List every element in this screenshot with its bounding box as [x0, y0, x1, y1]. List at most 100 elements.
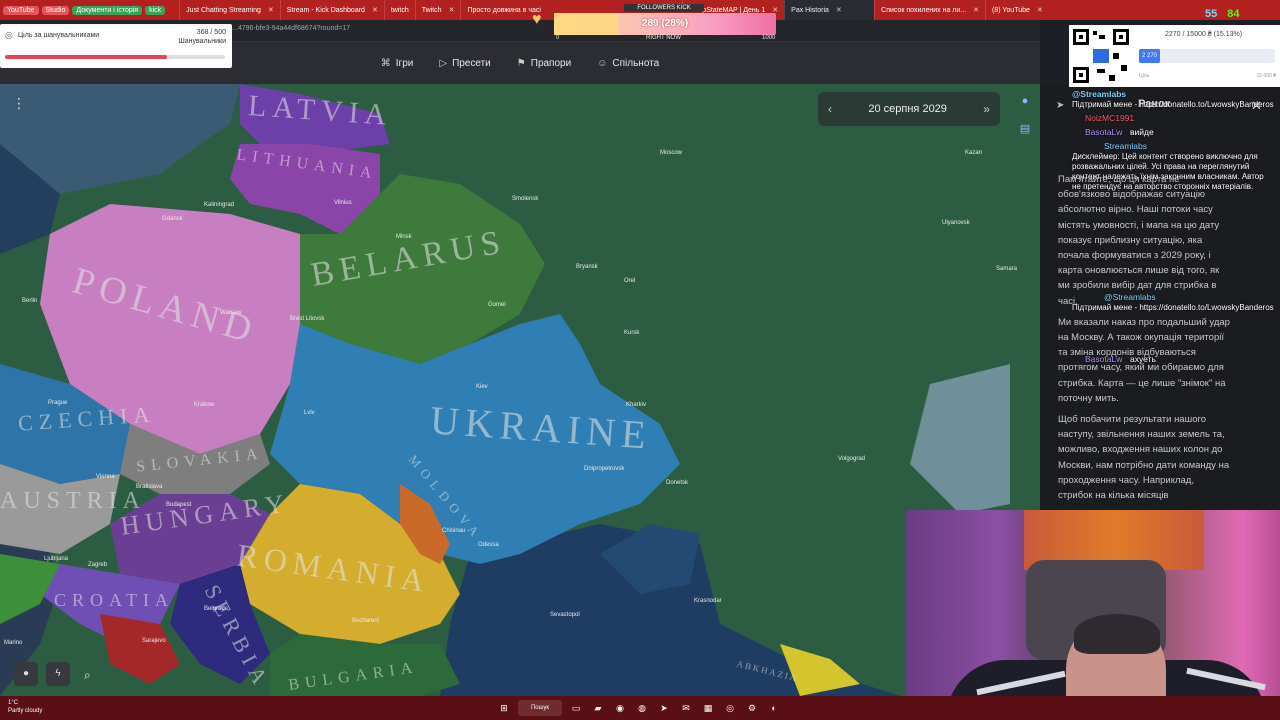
- city-sarajevo[interactable]: Sarajevo: [142, 638, 166, 644]
- tab-label: Список похилених на ли...: [881, 6, 967, 14]
- tab-kick-dashboard[interactable]: Stream - Kick Dashboard ✕: [279, 0, 384, 20]
- city-warsaw[interactable]: Warsaw: [220, 310, 241, 316]
- task-view-icon[interactable]: ▭: [568, 700, 584, 716]
- close-tab-icon[interactable]: ✕: [372, 6, 378, 14]
- current-date: 20 серпня 2029: [868, 103, 947, 115]
- city-kazan[interactable]: Kazan: [965, 150, 982, 156]
- lightning-icon[interactable]: ϟ: [46, 662, 70, 686]
- city-kaliningrad[interactable]: Kaliningrad: [204, 202, 234, 208]
- obs-icon[interactable]: ◐: [766, 700, 782, 716]
- close-tab-icon[interactable]: ✕: [1037, 6, 1043, 14]
- close-tab-icon[interactable]: ✕: [973, 6, 979, 14]
- chrome-icon[interactable]: ◎: [722, 700, 738, 716]
- city-brest[interactable]: Brest Litovsk: [290, 316, 324, 322]
- city-bratislava[interactable]: Bratislava: [136, 484, 162, 490]
- chat-user: @Streamlabs: [1104, 292, 1156, 302]
- city-krakow[interactable]: Krakow: [194, 402, 214, 408]
- taskbar-search-label: Пошук: [530, 705, 550, 711]
- steam-icon[interactable]: ⚙: [744, 700, 760, 716]
- nav-community[interactable]: ☺ Спільнота: [597, 58, 659, 69]
- city-gdansk[interactable]: Gdansk: [162, 216, 183, 222]
- tab-pax-historia[interactable]: Pax Historia ✕: [784, 0, 875, 20]
- jump-forward-icon[interactable]: »: [983, 102, 990, 116]
- city-krasnodar[interactable]: Krasnodar: [694, 598, 722, 604]
- city-bucharest[interactable]: Bucharest: [352, 618, 379, 624]
- goal-progress-bar: [5, 55, 225, 59]
- city-ulyanovsk[interactable]: Ulyanovsk: [942, 220, 970, 226]
- chat-user: BasotaLw: [1085, 127, 1123, 137]
- streamer-hair: [1074, 614, 1160, 654]
- city-samara[interactable]: Samara: [996, 266, 1017, 272]
- telegram-icon[interactable]: ➤: [656, 700, 672, 716]
- prev-date-icon[interactable]: ‹: [828, 102, 832, 116]
- city-berlin[interactable]: Berlin: [22, 298, 37, 304]
- tab-label: (8) YouTube: [992, 6, 1030, 14]
- bookmark-documents[interactable]: Документи і історія: [72, 5, 143, 15]
- tab-twitch-a[interactable]: twitch: [383, 0, 415, 20]
- close-tab-icon[interactable]: ✕: [836, 6, 842, 14]
- taskbar-search[interactable]: Пошук: [518, 700, 562, 716]
- city-kiev[interactable]: Kiev: [476, 384, 488, 390]
- city-minsk[interactable]: Minsk: [396, 234, 412, 240]
- chat-bubble-icon[interactable]: ●: [14, 662, 38, 686]
- nav-presets[interactable]: ▷ Пресети: [439, 58, 490, 69]
- map-menu-icon[interactable]: ⋮: [10, 94, 28, 112]
- city-moscow[interactable]: Moscow: [660, 150, 682, 156]
- windows-start-icon[interactable]: ⊞: [496, 700, 512, 716]
- close-tab-icon[interactable]: ✕: [449, 6, 455, 14]
- city-lviv[interactable]: Lviv: [304, 410, 315, 416]
- store-icon[interactable]: ▦: [700, 700, 716, 716]
- city-vienna[interactable]: Vienna: [96, 474, 115, 480]
- city-donetsk[interactable]: Donetsk: [666, 480, 688, 486]
- city-smolensk[interactable]: Smolensk: [512, 196, 538, 202]
- tab-label: Just Chatting Streaming: [186, 6, 261, 14]
- city-odessa[interactable]: Odessa: [478, 542, 499, 548]
- date-navigator: ‹ 20 серпня 2029 »: [818, 92, 1000, 126]
- city-volgograd[interactable]: Volgograd: [838, 456, 865, 462]
- tab-twitch[interactable]: Twitch ✕: [414, 0, 461, 20]
- tab-spysok[interactable]: Список похилених на ли... ✕: [874, 0, 985, 20]
- label-croatia: CROATIA: [54, 590, 175, 610]
- nav-flags[interactable]: ⚑ Прапори: [517, 58, 571, 69]
- city-budapest[interactable]: Budapest: [166, 502, 191, 508]
- bookmark-youtube[interactable]: YouTube: [3, 5, 39, 15]
- map-search-icon[interactable]: ⌕: [84, 668, 102, 686]
- city-orel[interactable]: Orel: [624, 278, 635, 284]
- city-dnipropetrovsk[interactable]: Dnipropetrovsk: [584, 466, 624, 472]
- news-icon[interactable]: ▤: [1016, 120, 1034, 138]
- mail-icon[interactable]: ✉: [678, 700, 694, 716]
- city-sevastopol[interactable]: Sevastopol: [550, 612, 580, 618]
- city-kharkiv[interactable]: Kharkiv: [626, 402, 646, 408]
- city-prague[interactable]: Prague: [48, 400, 67, 406]
- tab-label: Pax Historia: [791, 6, 829, 14]
- tab-just-chatting[interactable]: Just Chatting Streaming ✕: [179, 0, 280, 20]
- donation-fill: 2 270: [1139, 49, 1160, 63]
- bookmark-studio[interactable]: Studio: [41, 5, 70, 15]
- city-marino[interactable]: Marino: [4, 640, 22, 646]
- city-bryansk[interactable]: Bryansk: [576, 264, 598, 270]
- firefox-icon[interactable]: ◍: [634, 700, 650, 716]
- file-explorer-icon[interactable]: ▰: [590, 700, 606, 716]
- address-url[interactable]: ...4796-bfe3-94a44df68674?round=17: [232, 25, 350, 32]
- send-icon[interactable]: ➤: [1056, 100, 1064, 111]
- play-icon: ▷: [439, 57, 448, 69]
- browser-icon[interactable]: ◉: [612, 700, 628, 716]
- city-ljubljana[interactable]: Ljubljana: [44, 556, 68, 562]
- nav-games[interactable]: ⌘ Ігри: [381, 58, 414, 69]
- city-chisinau[interactable]: Chisinau: [442, 528, 465, 534]
- close-tab-icon[interactable]: ✕: [268, 6, 274, 14]
- chat-user: @Streamlabs: [1072, 89, 1127, 99]
- profile-icon[interactable]: ●: [1016, 92, 1034, 110]
- donation-qr-code: [1069, 25, 1133, 87]
- donation-amount: 2270 / 15000 ₴ (15.13%): [1165, 31, 1243, 38]
- weather-widget[interactable]: 1°C Partly cloudy: [8, 699, 42, 715]
- city-gomel[interactable]: Gomel: [488, 302, 506, 308]
- city-kursk[interactable]: Kursk: [624, 330, 639, 336]
- city-zagreb[interactable]: Zagreb: [88, 562, 107, 568]
- game-map[interactable]: LATVIA LITHUANIA BELARUS POLAND UKRAINE …: [0, 84, 1040, 696]
- tab-youtube[interactable]: (8) YouTube ✕: [985, 0, 1049, 20]
- bookmark-kick[interactable]: kick: [145, 5, 166, 15]
- city-belgrade[interactable]: Belgrade: [204, 606, 228, 612]
- article-paragraph-1: Пам'ятайте, що ця карта не обов'язково в…: [1058, 174, 1220, 307]
- city-vilnius[interactable]: Vilnius: [334, 200, 352, 206]
